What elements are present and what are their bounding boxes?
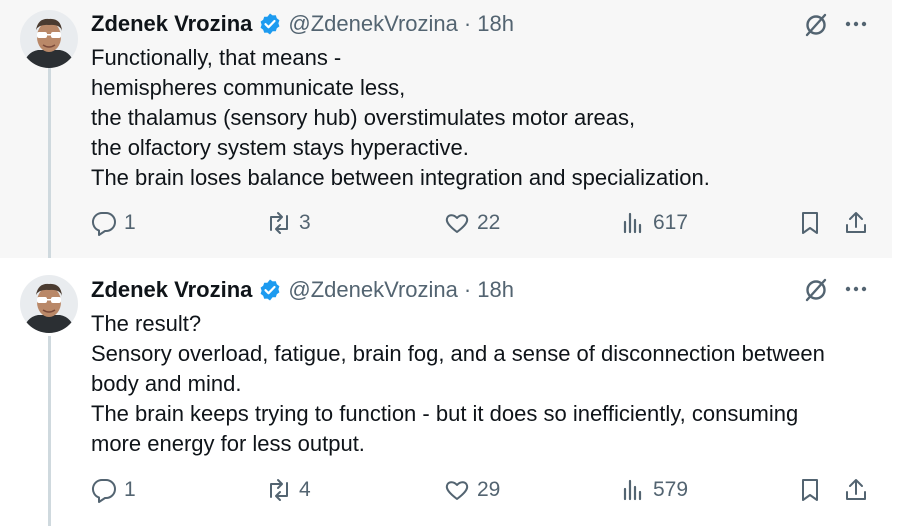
avatar[interactable] <box>20 10 78 68</box>
share-icon <box>846 212 866 233</box>
repost-button[interactable]: 3 <box>266 203 311 243</box>
repost-icon <box>270 479 288 501</box>
reply-button[interactable]: 1 <box>91 470 136 510</box>
action-bar: 1 3 22 617 <box>0 203 897 243</box>
like-button[interactable]: 29 <box>444 470 500 510</box>
timestamp[interactable]: 18h <box>477 11 514 37</box>
tweet-text-line: the thalamus (sensory hub) overstimulate… <box>91 105 636 130</box>
author-name[interactable]: Zdenek Vrozina <box>91 11 252 37</box>
bookmark-button[interactable] <box>797 203 823 243</box>
tweet-text-line: Sensory overload, fatigue, brain fog, an… <box>91 341 825 366</box>
action-bar: 1 4 29 579 <box>0 470 897 510</box>
repost-icon <box>270 212 288 234</box>
share-button[interactable] <box>843 203 869 243</box>
more-icon[interactable] <box>843 11 869 37</box>
tweet-text-line: Functionally, that means - <box>91 45 342 70</box>
grok-icon[interactable] <box>803 277 829 303</box>
view-count: 617 <box>653 211 689 234</box>
author-name[interactable]: Zdenek Vrozina <box>91 277 252 303</box>
tweet-text-line: The brain loses balance between integrat… <box>91 165 710 190</box>
page-edge <box>892 0 897 526</box>
tweet[interactable]: Zdenek Vrozina @ZdenekVrozina · 18h The … <box>0 258 897 526</box>
bookmark-button[interactable] <box>797 470 823 510</box>
like-icon <box>445 481 469 500</box>
reply-count: 1 <box>124 211 136 234</box>
author-handle[interactable]: @ZdenekVrozina <box>288 11 458 37</box>
views-icon <box>623 479 642 501</box>
views-button[interactable]: 617 <box>620 203 688 243</box>
views-button[interactable]: 579 <box>620 470 688 510</box>
separator-dot: · <box>463 11 472 36</box>
repost-count: 3 <box>299 211 311 234</box>
bookmark-icon <box>802 212 818 234</box>
repost-count: 4 <box>299 478 311 501</box>
views-icon <box>623 212 642 234</box>
reply-button[interactable]: 1 <box>91 203 136 243</box>
reply-icon <box>91 211 116 236</box>
separator-dot: · <box>463 277 472 302</box>
tweet-header: Zdenek Vrozina @ZdenekVrozina · 18h <box>91 275 514 305</box>
tweet-text-line: the olfactory system stays hyperactive. <box>91 135 469 160</box>
tweet-header: Zdenek Vrozina @ZdenekVrozina · 18h <box>91 9 514 39</box>
like-button[interactable]: 22 <box>444 203 500 243</box>
tweet-text: Functionally, that means - hemispheres c… <box>91 43 881 193</box>
tweet-text-line: more energy for less output. <box>91 431 365 456</box>
grok-icon[interactable] <box>803 12 829 38</box>
tweet-text-line: The result? <box>91 311 202 336</box>
verified-badge-icon <box>260 279 280 301</box>
tweet-text-line: body and mind. <box>91 371 242 396</box>
timestamp[interactable]: 18h <box>477 277 514 303</box>
view-count: 579 <box>653 478 689 501</box>
tweet-text: The result? Sensory overload, fatigue, b… <box>91 309 881 459</box>
avatar[interactable] <box>20 275 78 333</box>
verified-badge-icon <box>260 13 280 35</box>
more-icon[interactable] <box>843 276 869 302</box>
like-count: 22 <box>477 211 501 234</box>
tweet-text-line: hemispheres communicate less, <box>91 75 406 100</box>
share-button[interactable] <box>843 470 869 510</box>
share-icon <box>846 479 866 500</box>
tweet-text-line: The brain keeps trying to function - but… <box>91 401 799 426</box>
tweet[interactable]: Zdenek Vrozina @ZdenekVrozina · 18h Func… <box>0 0 897 258</box>
author-handle[interactable]: @ZdenekVrozina <box>288 277 458 303</box>
like-count: 29 <box>477 478 501 501</box>
reply-count: 1 <box>124 478 136 501</box>
reply-icon <box>91 478 116 503</box>
like-icon <box>445 214 469 233</box>
bookmark-icon <box>802 479 818 501</box>
repost-button[interactable]: 4 <box>266 470 311 510</box>
